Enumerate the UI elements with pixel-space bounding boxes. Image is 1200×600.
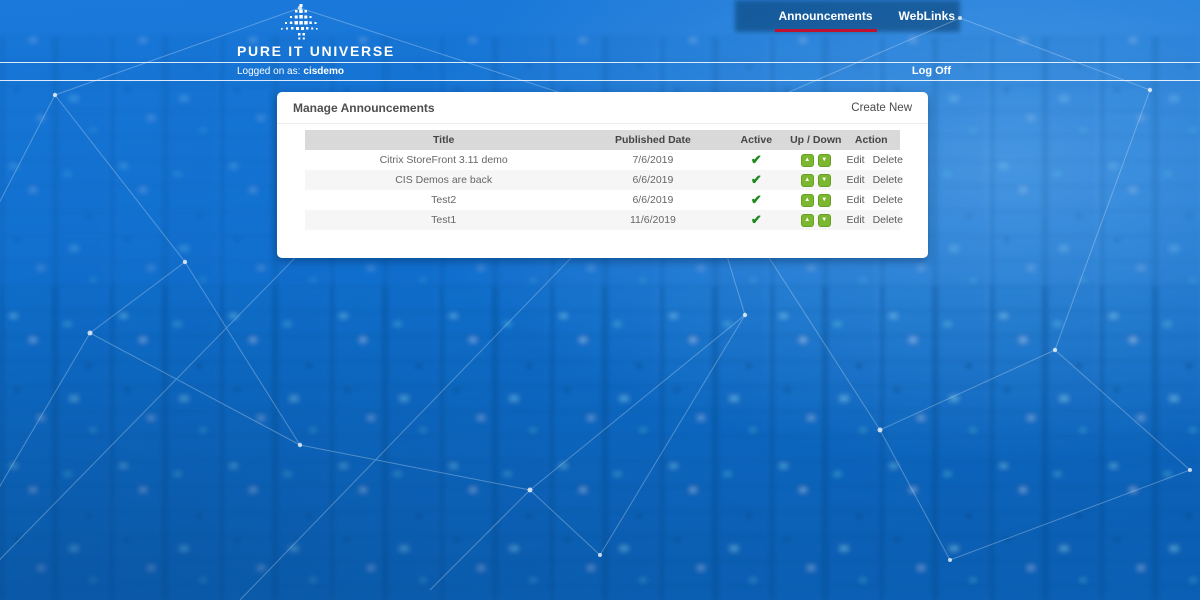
- announcement-title: Citrix StoreFront 3.11 demo: [305, 150, 582, 170]
- log-off-link[interactable]: Log Off: [912, 65, 951, 77]
- announcements-table: Title Published Date Active Up / Down Ac…: [305, 130, 900, 230]
- active-check-icon: ✔: [751, 192, 762, 207]
- published-date: 6/6/2019: [582, 170, 723, 190]
- panel-header: Manage Announcements Create New: [277, 92, 928, 124]
- published-date: 7/6/2019: [582, 150, 723, 170]
- move-down-button[interactable]: ▼: [818, 214, 831, 227]
- column-header-up-down: Up / Down: [789, 130, 842, 150]
- create-new-link[interactable]: Create New: [851, 102, 912, 114]
- move-up-button[interactable]: ▲: [801, 154, 814, 167]
- column-header-published-date: Published Date: [582, 130, 723, 150]
- nav-tab-announcements[interactable]: Announcements: [779, 9, 873, 23]
- announcement-title: CIS Demos are back: [305, 170, 582, 190]
- active-check-icon: ✔: [751, 212, 762, 227]
- logged-on-text: Logged on as:cisdemo: [237, 66, 344, 77]
- move-up-button[interactable]: ▲: [801, 194, 814, 207]
- published-date: 11/6/2019: [582, 210, 723, 230]
- logged-on-username: cisdemo: [303, 66, 344, 77]
- column-header-title: Title: [305, 130, 582, 150]
- active-check-icon: ✔: [751, 172, 762, 187]
- table-header-row: Title Published Date Active Up / Down Ac…: [305, 130, 900, 150]
- delete-link[interactable]: Delete: [873, 194, 903, 206]
- move-down-button[interactable]: ▼: [818, 154, 831, 167]
- edit-link[interactable]: Edit: [846, 154, 864, 166]
- delete-link[interactable]: Delete: [873, 174, 903, 186]
- panel-title: Manage Announcements: [293, 101, 435, 115]
- edit-link[interactable]: Edit: [846, 214, 864, 226]
- announcement-title: Test2: [305, 190, 582, 210]
- logged-on-label: Logged on as:: [237, 66, 300, 77]
- user-bar: Logged on as:cisdemo Log Off: [0, 62, 1200, 81]
- app-header-brand: PURE IT UNIVERSE: [237, 4, 395, 59]
- announcement-title: Test1: [305, 210, 582, 230]
- published-date: 6/6/2019: [582, 190, 723, 210]
- delete-link[interactable]: Delete: [873, 214, 903, 226]
- column-header-action: Action: [842, 130, 900, 150]
- nav-tab-weblinks[interactable]: WebLinks: [899, 9, 955, 23]
- app-root: PURE IT UNIVERSE Announcements WebLinks …: [0, 0, 1200, 600]
- main-nav: Announcements WebLinks: [779, 9, 955, 23]
- edit-link[interactable]: Edit: [846, 194, 864, 206]
- move-up-button[interactable]: ▲: [801, 174, 814, 187]
- edit-link[interactable]: Edit: [846, 174, 864, 186]
- move-down-button[interactable]: ▼: [818, 174, 831, 187]
- delete-link[interactable]: Delete: [873, 154, 903, 166]
- active-check-icon: ✔: [751, 152, 762, 167]
- table-row: Test1 11/6/2019 ✔ ▲ ▼ Edit Delete: [305, 210, 900, 230]
- table-row: CIS Demos are back 6/6/2019 ✔ ▲ ▼ Edit Del…: [305, 170, 900, 190]
- move-up-button[interactable]: ▲: [801, 214, 814, 227]
- column-header-active: Active: [724, 130, 790, 150]
- brand-logo-icon: [279, 4, 323, 40]
- table-row: Test2 6/6/2019 ✔ ▲ ▼ Edit Delete: [305, 190, 900, 210]
- manage-announcements-panel: Manage Announcements Create New Title Pu…: [277, 92, 928, 258]
- move-down-button[interactable]: ▼: [818, 194, 831, 207]
- brand-name: PURE IT UNIVERSE: [237, 43, 395, 59]
- table-row: Citrix StoreFront 3.11 demo 7/6/2019 ✔ ▲…: [305, 150, 900, 170]
- announcements-table-wrap: Title Published Date Active Up / Down Ac…: [305, 130, 900, 230]
